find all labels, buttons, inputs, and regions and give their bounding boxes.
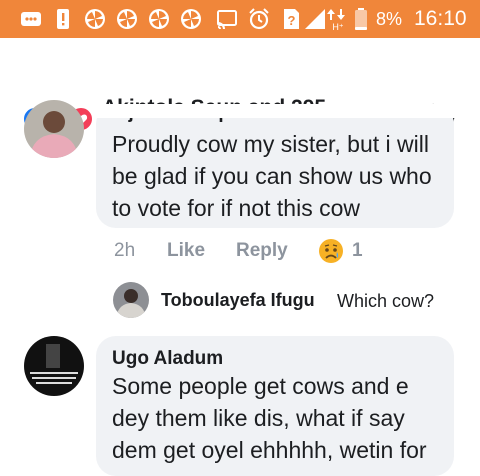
data-arrows-icon: H⁺ [327, 9, 345, 30]
avatar[interactable] [113, 282, 149, 318]
like-link[interactable]: Like [167, 240, 205, 262]
comment-bubble[interactable]: Tijani Rasaq Proudly cow my sister, but … [96, 102, 454, 228]
battery-percent: 8% [376, 9, 403, 29]
status-bar: ? H⁺ 8% 16:10 [0, 0, 480, 38]
alarm-icon [249, 8, 269, 30]
pinwheel-icon [149, 9, 169, 29]
pinwheel-icon [117, 9, 137, 29]
scroll-mask [96, 104, 476, 118]
battery-icon [355, 8, 367, 30]
clock: 16:10 [414, 7, 467, 30]
messages-icon [21, 12, 41, 26]
data-type-label: H⁺ [332, 22, 343, 30]
reply-link[interactable]: Reply [236, 240, 288, 262]
sim-question-icon: ? [284, 9, 299, 29]
avatar[interactable] [24, 336, 84, 396]
comment-author[interactable]: Ugo Aladum [112, 348, 223, 370]
pinwheel-icon [181, 9, 201, 29]
pinwheel-icon [85, 9, 105, 29]
reaction-count[interactable]: 1 [352, 240, 363, 262]
reply-preview-text[interactable]: Which cow? [337, 291, 434, 312]
alert-icon [57, 9, 69, 29]
svg-text:?: ? [288, 13, 296, 28]
cast-icon [217, 10, 237, 30]
comment-bubble[interactable]: Ugo Aladum Some people get cows and e de… [96, 336, 454, 476]
signal-icon [305, 9, 325, 29]
comment-text: Proudly cow my sister, but i will be gla… [112, 131, 432, 221]
reply-author[interactable]: Toboulayefa Ifugu [161, 290, 315, 311]
comment-text: Some people get cows and e dey them like… [112, 373, 427, 463]
comment-time: 2h [114, 240, 136, 261]
sad-reaction-icon[interactable] [318, 238, 344, 264]
avatar[interactable] [24, 100, 84, 158]
